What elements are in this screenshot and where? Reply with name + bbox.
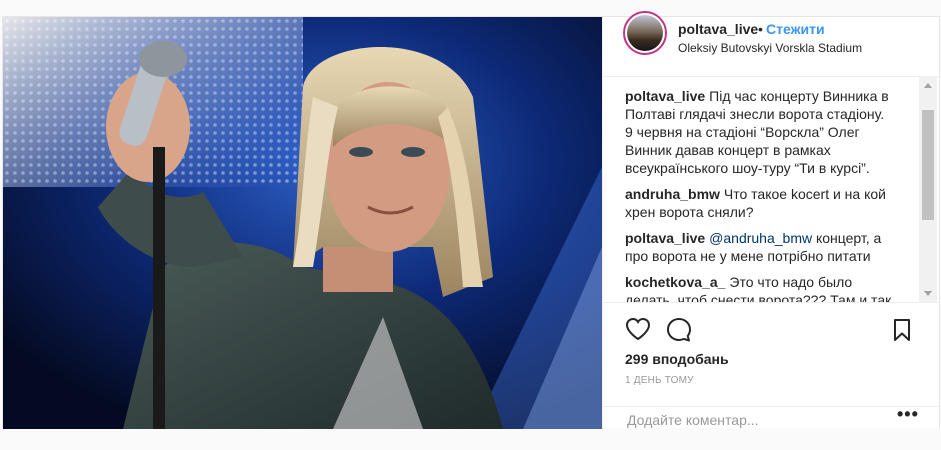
list-item: kochetkova_a_ Это что надо было делать, ч… [625, 273, 895, 302]
avatar[interactable] [623, 11, 667, 55]
instagram-post: poltava_live • Стежити Oleksiy Butovskyi… [2, 11, 940, 435]
concert-photo-icon [3, 17, 602, 429]
scroll-up-icon[interactable] [924, 83, 932, 88]
comment-author[interactable]: andruha_bmw [625, 186, 720, 202]
post-photo[interactable] [3, 17, 602, 429]
location-link[interactable]: Oleksiy Butovskyi Vorskla Stadium [678, 41, 862, 55]
comments-scrollbar[interactable] [919, 77, 937, 302]
bookmark-icon[interactable] [892, 318, 912, 347]
list-item: andruha_bmw Что такое kocert и на кой хре… [625, 185, 895, 221]
scroll-down-icon[interactable] [924, 291, 932, 296]
more-options-icon[interactable]: ••• [897, 404, 919, 425]
comment-input[interactable] [625, 405, 879, 435]
avatar-image [627, 15, 663, 51]
comment-author[interactable]: poltava_live [625, 230, 705, 246]
post-header: poltava_live • Стежити Oleksiy Butovskyi… [603, 11, 939, 77]
add-comment-bar: ••• [603, 404, 939, 435]
separator-dot: • [758, 21, 763, 37]
username-link[interactable]: poltava_live [678, 21, 758, 37]
post-actions: 299 вподобань 1 день тому [603, 302, 939, 412]
comments-list[interactable]: poltava_live Під час концерту Винника в П… [603, 87, 919, 302]
comment-author[interactable]: poltava_live [625, 88, 705, 104]
comment-icon[interactable] [666, 317, 692, 348]
post-timestamp[interactable]: 1 день тому [625, 375, 694, 386]
follow-button[interactable]: Стежити [766, 21, 825, 37]
post-sidebar: poltava_live • Стежити Oleksiy Butovskyi… [602, 11, 939, 435]
list-item: poltava_live @andruha_bmw концерт, а про … [625, 229, 895, 265]
comment-mention[interactable]: @andruha_bmw [709, 230, 812, 246]
heart-icon[interactable] [625, 317, 651, 346]
likes-count[interactable]: 299 вподобань [625, 351, 729, 367]
scroll-thumb[interactable] [922, 110, 934, 220]
comment-author[interactable]: kochetkova_a_ [625, 274, 725, 290]
caption-comment: poltava_live Під час концерту Винника в П… [625, 87, 895, 177]
